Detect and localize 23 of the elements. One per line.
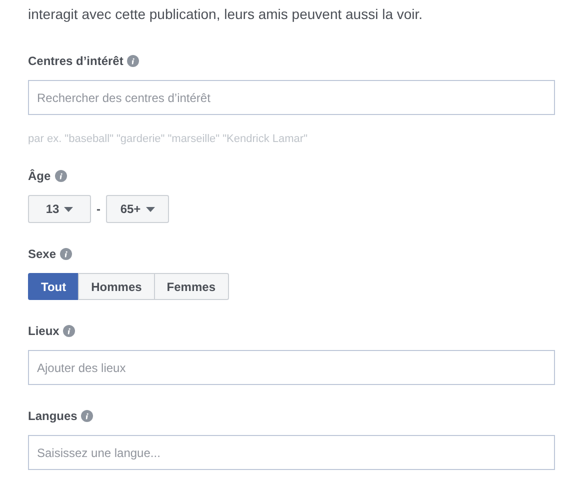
range-separator: - — [96, 202, 102, 216]
search-field[interactable]: Saisissez une langue... — [28, 435, 555, 470]
section-label: Lieux — [28, 324, 60, 338]
age-dropdown[interactable]: 65+ — [106, 195, 169, 223]
gender-option[interactable]: Tout — [28, 273, 80, 300]
info-icon[interactable] — [54, 170, 67, 182]
description-text: interagit avec cette publication, leurs amis peuvent aussi la voir. — [28, 5, 424, 24]
section-label: Centres d’intérêt — [28, 54, 124, 68]
info-icon[interactable] — [60, 248, 72, 260]
info-icon[interactable] — [81, 410, 94, 422]
search-field[interactable]: Rechercher des centres d’intérêt — [28, 80, 555, 115]
gender-option[interactable]: Femmes — [154, 273, 228, 300]
caret-icon — [146, 206, 155, 212]
gender-option[interactable]: Hommes — [78, 273, 155, 300]
hint-text: par ex. "baseball" "garderie" "marseille" "Kendrick Lamar" — [28, 133, 308, 145]
info-icon[interactable] — [63, 325, 76, 337]
search-field[interactable]: Ajouter des lieux — [28, 350, 555, 385]
section-label: Langues — [28, 409, 78, 423]
caret-icon — [64, 206, 74, 212]
section-label: Sexe — [28, 247, 56, 261]
info-icon[interactable] — [127, 55, 140, 67]
section-label: Âge — [28, 169, 51, 183]
age-dropdown[interactable]: 13 — [28, 195, 91, 223]
